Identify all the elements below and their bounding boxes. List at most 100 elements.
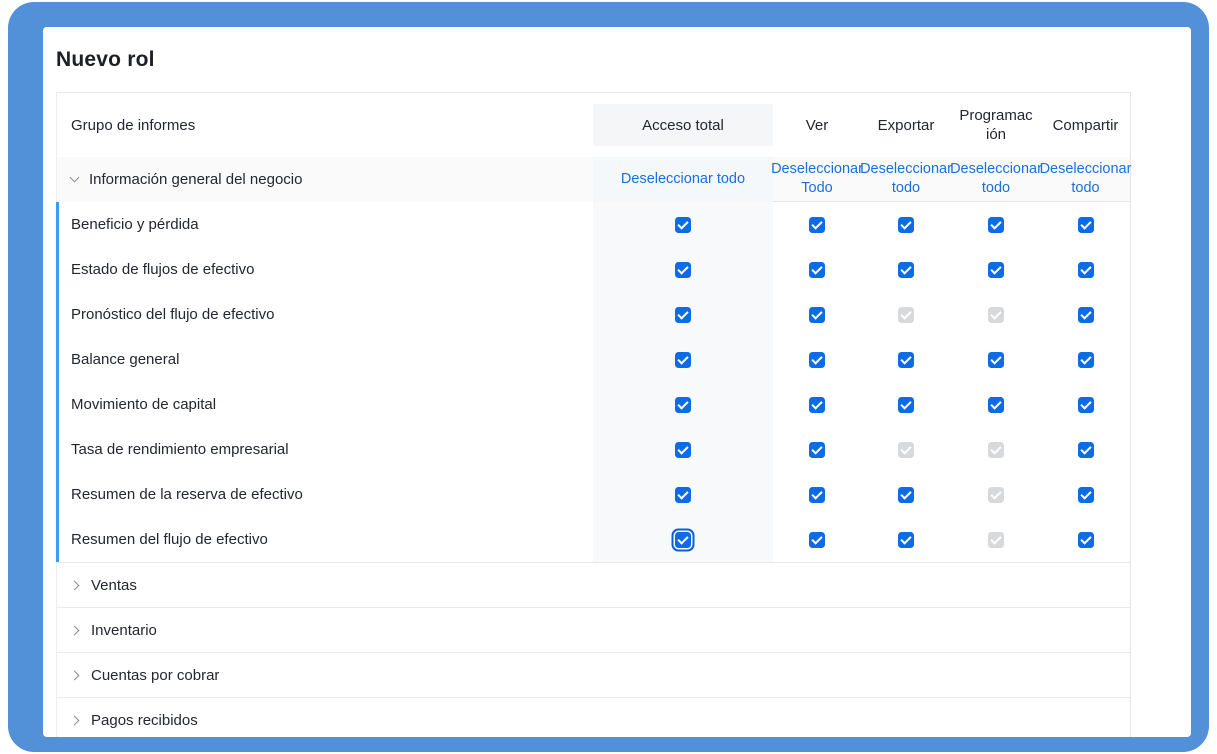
- permissions-table: Grupo de informes Acceso total Ver Expor…: [56, 92, 1131, 737]
- view-checkbox[interactable]: [809, 352, 825, 368]
- share-checkbox[interactable]: [1078, 442, 1094, 458]
- full-access-checkbox[interactable]: [675, 352, 691, 368]
- report-name: Resumen de la reserva de efectivo: [71, 486, 303, 503]
- detail-rows: Beneficio y pérdida Estado de flujos de …: [57, 202, 1130, 562]
- deselect-all-link[interactable]: Deseleccionar Todo: [771, 160, 863, 198]
- report-row: Resumen de la reserva de efectivo: [57, 472, 1130, 517]
- share-checkbox[interactable]: [1078, 487, 1094, 503]
- column-header-view: Ver: [773, 93, 861, 157]
- column-header-report-group: Grupo de informes: [57, 93, 593, 157]
- schedule-checkbox[interactable]: [988, 532, 1004, 548]
- share-checkbox[interactable]: [1078, 397, 1094, 413]
- deselect-all-share: Deseleccionar todo: [1041, 157, 1130, 202]
- report-name-cell: Movimiento de capital: [57, 382, 593, 427]
- deselect-all-link[interactable]: Deseleccionar todo: [621, 170, 745, 189]
- report-name: Estado de flujos de efectivo: [71, 261, 254, 278]
- report-name-cell: Balance general: [57, 337, 593, 382]
- new-role-dialog: Nuevo rol Grupo de informes Acceso total…: [43, 27, 1191, 737]
- collapsed-section-row[interactable]: Pagos recibidos: [57, 697, 1130, 737]
- view-checkbox[interactable]: [809, 442, 825, 458]
- export-checkbox[interactable]: [898, 442, 914, 458]
- chevron-right-icon: [70, 670, 80, 680]
- view-checkbox[interactable]: [809, 487, 825, 503]
- column-header-share: Compartir: [1041, 93, 1130, 157]
- collapsed-section-row[interactable]: Ventas: [57, 562, 1130, 607]
- deselect-all-export: Deseleccionar todo: [861, 157, 951, 202]
- schedule-checkbox[interactable]: [988, 442, 1004, 458]
- section-name: Inventario: [91, 622, 157, 639]
- screen: Nuevo rol Grupo de informes Acceso total…: [0, 0, 1217, 754]
- deselect-all-schedule: Deseleccionar todo: [951, 157, 1041, 202]
- export-checkbox[interactable]: [898, 307, 914, 323]
- section-name: Ventas: [91, 577, 137, 594]
- report-name-cell: Estado de flujos de efectivo: [57, 247, 593, 292]
- report-name-cell: Beneficio y pérdida: [57, 202, 593, 247]
- view-checkbox[interactable]: [809, 217, 825, 233]
- full-access-checkbox[interactable]: [675, 217, 691, 233]
- chevron-down-icon: [70, 173, 80, 183]
- chevron-right-icon: [70, 580, 80, 590]
- report-name-cell: Resumen de la reserva de efectivo: [57, 472, 593, 517]
- share-checkbox[interactable]: [1078, 262, 1094, 278]
- collapsed-sections: Ventas Inventario Cuentas por cobrar Pag…: [57, 562, 1130, 737]
- export-checkbox[interactable]: [898, 532, 914, 548]
- full-access-checkbox[interactable]: [675, 532, 691, 548]
- schedule-checkbox[interactable]: [988, 307, 1004, 323]
- export-checkbox[interactable]: [898, 217, 914, 233]
- share-checkbox[interactable]: [1078, 217, 1094, 233]
- share-checkbox[interactable]: [1078, 352, 1094, 368]
- view-checkbox[interactable]: [809, 397, 825, 413]
- deselect-all-link[interactable]: Deseleccionar todo: [1040, 160, 1132, 198]
- view-checkbox[interactable]: [809, 307, 825, 323]
- chevron-right-icon: [70, 625, 80, 635]
- share-checkbox[interactable]: [1078, 532, 1094, 548]
- section-name: Cuentas por cobrar: [91, 667, 219, 684]
- report-name-cell: Pronóstico del flujo de efectivo: [57, 292, 593, 337]
- dialog-header: Nuevo rol: [43, 27, 1191, 92]
- deselect-all-link[interactable]: Deseleccionar todo: [860, 160, 952, 198]
- share-checkbox[interactable]: [1078, 307, 1094, 323]
- report-row: Tasa de rendimiento empresarial: [57, 427, 1130, 472]
- report-row: Resumen del flujo de efectivo: [57, 517, 1130, 562]
- section-row-business-overview[interactable]: Información general del negocio Deselecc…: [57, 157, 1130, 202]
- export-checkbox[interactable]: [898, 352, 914, 368]
- export-checkbox[interactable]: [898, 397, 914, 413]
- full-access-checkbox[interactable]: [675, 487, 691, 503]
- window-backdrop: Nuevo rol Grupo de informes Acceso total…: [8, 2, 1209, 752]
- export-checkbox[interactable]: [898, 487, 914, 503]
- section-name: Pagos recibidos: [91, 712, 198, 729]
- report-name: Movimiento de capital: [71, 396, 216, 413]
- collapsed-section-row[interactable]: Inventario: [57, 607, 1130, 652]
- report-row: Balance general: [57, 337, 1130, 382]
- schedule-checkbox[interactable]: [988, 352, 1004, 368]
- full-access-checkbox[interactable]: [675, 307, 691, 323]
- deselect-all-link[interactable]: Deseleccionar todo: [950, 160, 1042, 198]
- section-accent-bar: [56, 202, 59, 562]
- column-header-export: Exportar: [861, 93, 951, 157]
- column-header-schedule: Programación: [951, 93, 1041, 157]
- schedule-checkbox[interactable]: [988, 397, 1004, 413]
- full-access-checkbox[interactable]: [675, 397, 691, 413]
- schedule-checkbox[interactable]: [988, 262, 1004, 278]
- report-row: Estado de flujos de efectivo: [57, 247, 1130, 292]
- schedule-checkbox[interactable]: [988, 217, 1004, 233]
- report-name: Resumen del flujo de efectivo: [71, 531, 268, 548]
- report-name: Tasa de rendimiento empresarial: [71, 441, 289, 458]
- collapsed-section-row[interactable]: Cuentas por cobrar: [57, 652, 1130, 697]
- full-access-checkbox[interactable]: [675, 262, 691, 278]
- full-access-checkbox[interactable]: [675, 442, 691, 458]
- page-title: Nuevo rol: [56, 48, 155, 72]
- schedule-checkbox[interactable]: [988, 487, 1004, 503]
- section-title[interactable]: Información general del negocio: [57, 157, 593, 202]
- chevron-right-icon: [70, 715, 80, 725]
- export-checkbox[interactable]: [898, 262, 914, 278]
- column-header-full-access: Acceso total: [593, 93, 773, 157]
- report-row: Pronóstico del flujo de efectivo: [57, 292, 1130, 337]
- deselect-all-view: Deseleccionar Todo: [773, 157, 861, 202]
- report-name-cell: Resumen del flujo de efectivo: [57, 517, 593, 562]
- view-checkbox[interactable]: [809, 532, 825, 548]
- view-checkbox[interactable]: [809, 262, 825, 278]
- report-name: Beneficio y pérdida: [71, 216, 199, 233]
- deselect-all-full-access: Deseleccionar todo: [593, 157, 773, 202]
- report-row: Movimiento de capital: [57, 382, 1130, 427]
